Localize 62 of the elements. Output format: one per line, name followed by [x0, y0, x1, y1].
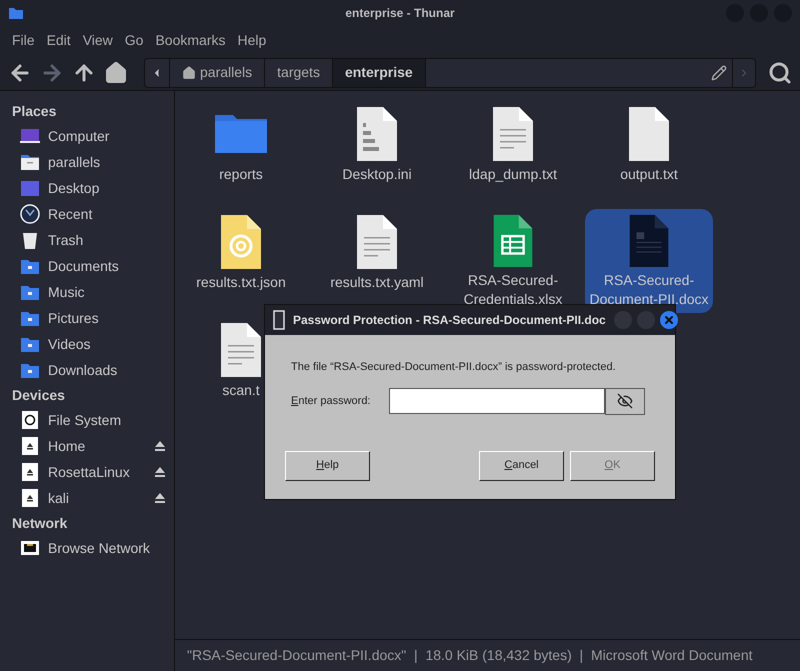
show-password-button[interactable]	[605, 388, 645, 414]
menu-item[interactable]: Edit	[40, 30, 77, 50]
menu-item[interactable]: Go	[118, 30, 150, 50]
grid-entry[interactable]: results.txt.json	[177, 209, 305, 313]
close-icon	[662, 314, 675, 326]
dialog-message: The file “RSA-Secured-Document-PII.docx” is password-protected.	[291, 360, 617, 375]
dialog-button[interactable]: Cancel	[479, 450, 564, 480]
menu-item[interactable]: Bookmarks	[149, 30, 232, 50]
search-icon[interactable]	[768, 60, 792, 84]
sidebar-item[interactable]: Downloads	[12, 357, 174, 383]
sidebar-item[interactable]: File System	[12, 407, 174, 433]
password-field[interactable]	[389, 388, 605, 414]
menu-item[interactable]: View	[76, 30, 119, 50]
path-button[interactable]: parallels	[170, 58, 266, 86]
dialog-title: Password Protection - RSA-Secured-Document-PII.doc	[293, 312, 606, 329]
close-button[interactable]	[660, 311, 678, 329]
path-button[interactable]: enterprise	[332, 58, 426, 86]
trash-icon	[20, 230, 40, 250]
eye-off-icon	[617, 393, 633, 409]
window-title: enterprise - Thunar	[345, 4, 455, 22]
grid-entry[interactable]: reports	[177, 101, 305, 205]
computer-icon	[20, 126, 40, 146]
sidebar-item[interactable]: Recent	[12, 201, 174, 227]
grid-entry[interactable]: results.txt.yaml	[313, 209, 441, 313]
grid-entry[interactable]: output.txt	[585, 101, 713, 205]
sidebar-item[interactable]: Desktop	[12, 175, 174, 201]
sidebar-item[interactable]: Pictures	[12, 305, 174, 331]
desktop-icon	[20, 178, 40, 198]
field-label: Enter password:	[291, 394, 372, 409]
sidebar-item[interactable]: Browse Network	[12, 535, 174, 561]
clock-icon	[20, 204, 40, 224]
sidebar-item[interactable]: kali	[12, 485, 174, 511]
sidebar-item[interactable]: Documents	[12, 253, 174, 279]
grid-entry[interactable]: RSA-Secured-Document-PII.docx	[585, 209, 713, 313]
section-heading: Places	[12, 102, 58, 121]
folder-icon	[20, 152, 40, 172]
section-heading: Network	[12, 514, 68, 533]
edit-icon[interactable]	[710, 64, 726, 80]
grid-entry[interactable]: RSA-Secured-Credentials.xlsx	[449, 209, 577, 313]
drive-icon	[20, 488, 40, 508]
section-heading: Devices	[12, 386, 66, 405]
home-icon[interactable]	[104, 60, 128, 84]
sidebar-item[interactable]: Computer	[12, 123, 174, 149]
app-icon	[273, 310, 285, 330]
drive-icon	[20, 462, 40, 482]
eject-icon[interactable]	[154, 440, 166, 452]
grid-entry[interactable]: Desktop.ini	[313, 101, 441, 205]
eject-icon[interactable]	[154, 466, 166, 478]
menu-item[interactable]: Help	[232, 30, 272, 50]
sidebar-item[interactable]: parallels	[12, 149, 174, 175]
dialog-button[interactable]: Help	[285, 450, 370, 480]
sidebar-item[interactable]: RosettaLinux	[12, 459, 174, 485]
sidebar-item[interactable]: Trash	[12, 227, 174, 253]
menu-item[interactable]: File	[6, 30, 41, 50]
network-icon	[20, 538, 40, 558]
sidebar-item[interactable]: Videos	[12, 331, 174, 357]
status-text: "RSA-Secured-Document-PII.docx" | 18.0 KiB (18,432 bytes) | Microsoft Word Document	[187, 646, 753, 665]
grid-entry[interactable]: ldap_dump.txt	[449, 101, 577, 205]
eject-icon[interactable]	[154, 492, 166, 504]
sidebar-item[interactable]: Home	[12, 433, 174, 459]
drive-icon	[20, 436, 40, 456]
sidebar-item[interactable]: Music	[12, 279, 174, 305]
